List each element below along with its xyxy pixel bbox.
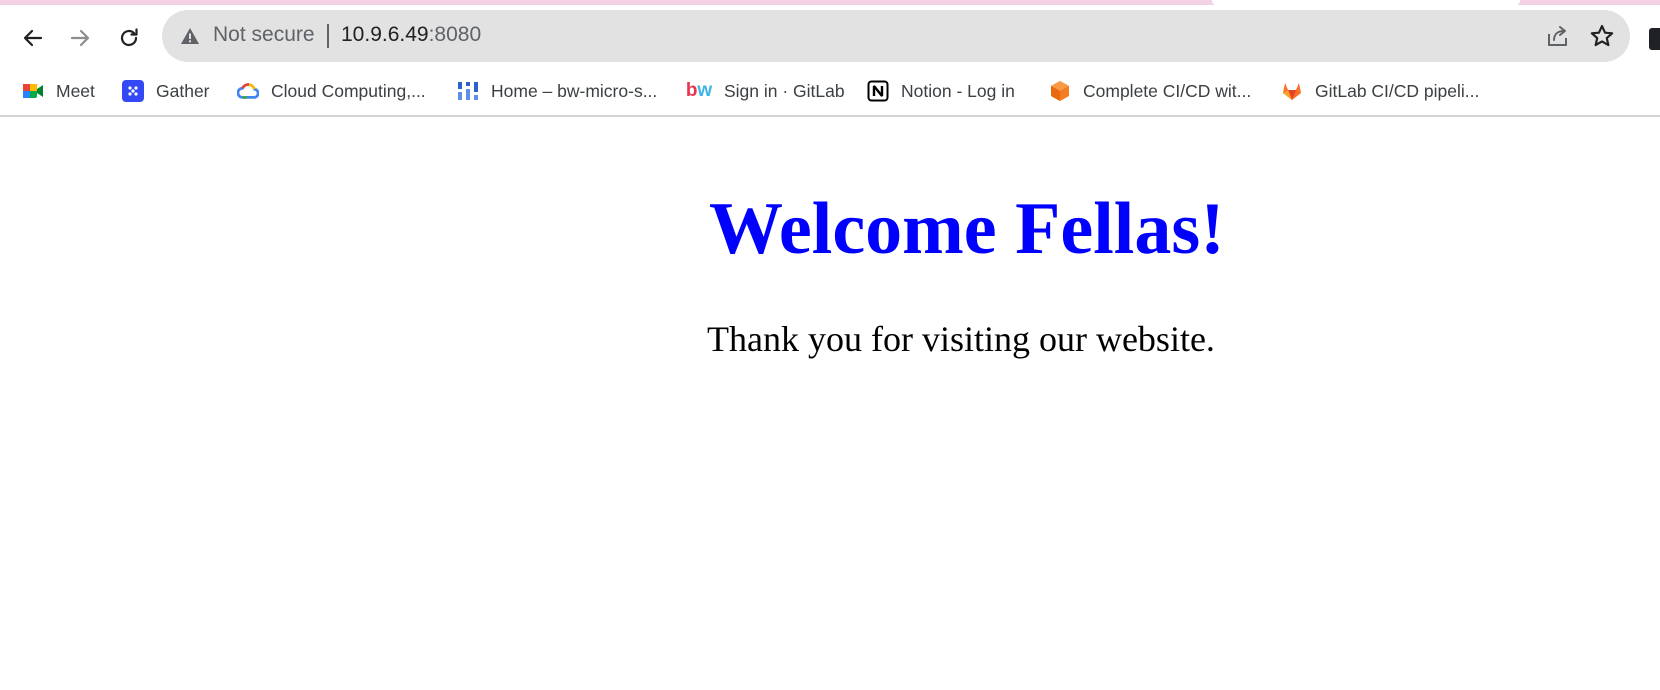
bookmark-label: Complete CI/CD wit... bbox=[1083, 80, 1252, 101]
gitlab-tanuki-icon bbox=[1281, 80, 1303, 102]
url-host: 10.9.6.49 bbox=[341, 23, 429, 46]
browser-toolbar: Not secure 10.9.6.49:8080 bbox=[0, 5, 1660, 67]
bookmark-label: GitLab CI/CD pipeli... bbox=[1315, 80, 1480, 101]
back-button[interactable] bbox=[15, 20, 51, 56]
warning-triangle-icon[interactable] bbox=[180, 26, 200, 46]
bookmark-gather[interactable]: Gather bbox=[122, 77, 210, 105]
page-heading: Welcome Fellas! bbox=[709, 188, 1225, 270]
bookmark-home-bw-micro[interactable]: Home – bw-micro-s... bbox=[457, 77, 657, 105]
url-text[interactable]: 10.9.6.49:8080 bbox=[341, 23, 481, 47]
share-icon[interactable] bbox=[1545, 24, 1571, 48]
gather-icon bbox=[122, 80, 144, 102]
welcome-message: Thank you for visiting our website. bbox=[707, 319, 1215, 359]
star-icon[interactable] bbox=[1589, 23, 1615, 49]
orange-cube-icon bbox=[1049, 80, 1071, 102]
bookmark-label: Notion - Log in bbox=[901, 80, 1015, 101]
extensions-icon[interactable] bbox=[1649, 28, 1660, 50]
bookmark-gitlab-ci-cd[interactable]: GitLab CI/CD pipeli... bbox=[1281, 77, 1479, 105]
bookmark-notion[interactable]: Notion - Log in bbox=[867, 77, 1015, 105]
google-cloud-icon bbox=[237, 80, 259, 102]
bookmark-meet[interactable]: Meet bbox=[22, 77, 95, 105]
google-meet-icon bbox=[22, 80, 44, 102]
bookmarks-bar: Meet Gather Cloud Computing,... Home – b… bbox=[0, 67, 1660, 117]
notion-icon bbox=[867, 80, 889, 102]
bookmark-gitlab-sign-in[interactable]: bw Sign in · GitLab bbox=[686, 77, 845, 105]
security-status[interactable]: Not secure bbox=[213, 23, 315, 47]
bw-logo-icon: bw bbox=[685, 80, 713, 101]
reload-icon bbox=[120, 28, 138, 47]
forward-button[interactable] bbox=[62, 20, 98, 56]
arrow-left-icon bbox=[23, 29, 43, 47]
bookmark-label: Meet bbox=[56, 80, 95, 101]
bookmark-label: Gather bbox=[156, 80, 210, 101]
bookmark-label: Sign in · GitLab bbox=[724, 80, 845, 101]
bookmark-label: Home – bw-micro-s... bbox=[491, 80, 658, 101]
url-port: :8080 bbox=[428, 23, 482, 46]
bookmark-complete-ci-cd[interactable]: Complete CI/CD wit... bbox=[1049, 77, 1251, 105]
omnibox-divider bbox=[327, 24, 329, 48]
bookmark-cloud-computing[interactable]: Cloud Computing,... bbox=[237, 77, 426, 105]
arrow-right-icon bbox=[70, 29, 90, 47]
page-content: Welcome Fellas! Thank you for visiting o… bbox=[0, 117, 1660, 690]
bookmark-label: Cloud Computing,... bbox=[271, 80, 426, 101]
reload-button[interactable] bbox=[111, 20, 147, 56]
dashboard-grid-icon bbox=[457, 80, 479, 102]
address-bar[interactable]: Not secure 10.9.6.49:8080 bbox=[162, 10, 1630, 62]
